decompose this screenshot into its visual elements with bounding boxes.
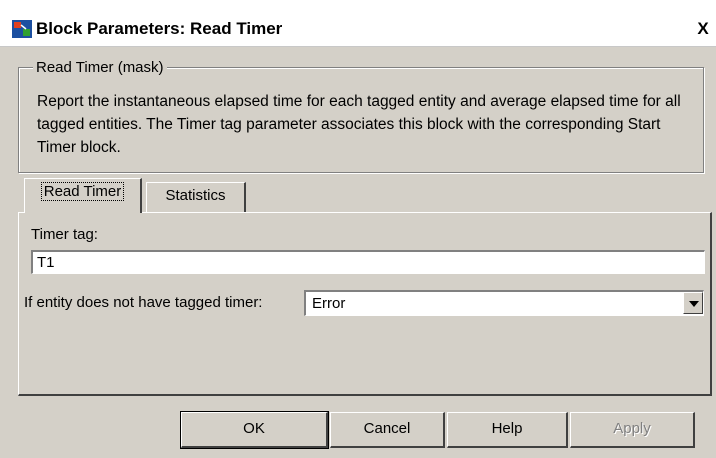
title-bar: Block Parameters: Read Timer X <box>0 0 716 47</box>
timer-tag-input[interactable]: T1 <box>31 250 705 274</box>
help-button[interactable]: Help <box>447 412 568 448</box>
entity-timer-value: Error <box>312 295 346 312</box>
mask-description-group: Read Timer (mask) Report the instantaneo… <box>18 59 704 173</box>
tab-read-timer[interactable]: Read Timer <box>24 178 142 213</box>
group-legend: Read Timer (mask) <box>33 59 167 76</box>
timer-tag-label: Timer tag: <box>31 226 98 243</box>
block-description: Report the instantaneous elapsed time fo… <box>37 93 681 156</box>
entity-timer-select[interactable]: Error <box>304 290 704 316</box>
ok-button[interactable]: OK <box>180 411 329 449</box>
dropdown-button[interactable] <box>683 292 703 314</box>
window-title: Block Parameters: Read Timer <box>36 19 283 38</box>
cancel-button[interactable]: Cancel <box>330 412 445 448</box>
chevron-down-icon <box>689 301 699 307</box>
close-icon[interactable]: X <box>694 20 712 38</box>
tab-label: Statistics <box>165 187 226 204</box>
tab-statistics[interactable]: Statistics <box>146 182 246 212</box>
simulink-block-icon <box>12 20 32 38</box>
tab-label: Read Timer <box>40 182 125 201</box>
entity-timer-label: If entity does not have tagged timer: <box>24 294 263 311</box>
apply-button[interactable]: Apply <box>570 412 695 448</box>
